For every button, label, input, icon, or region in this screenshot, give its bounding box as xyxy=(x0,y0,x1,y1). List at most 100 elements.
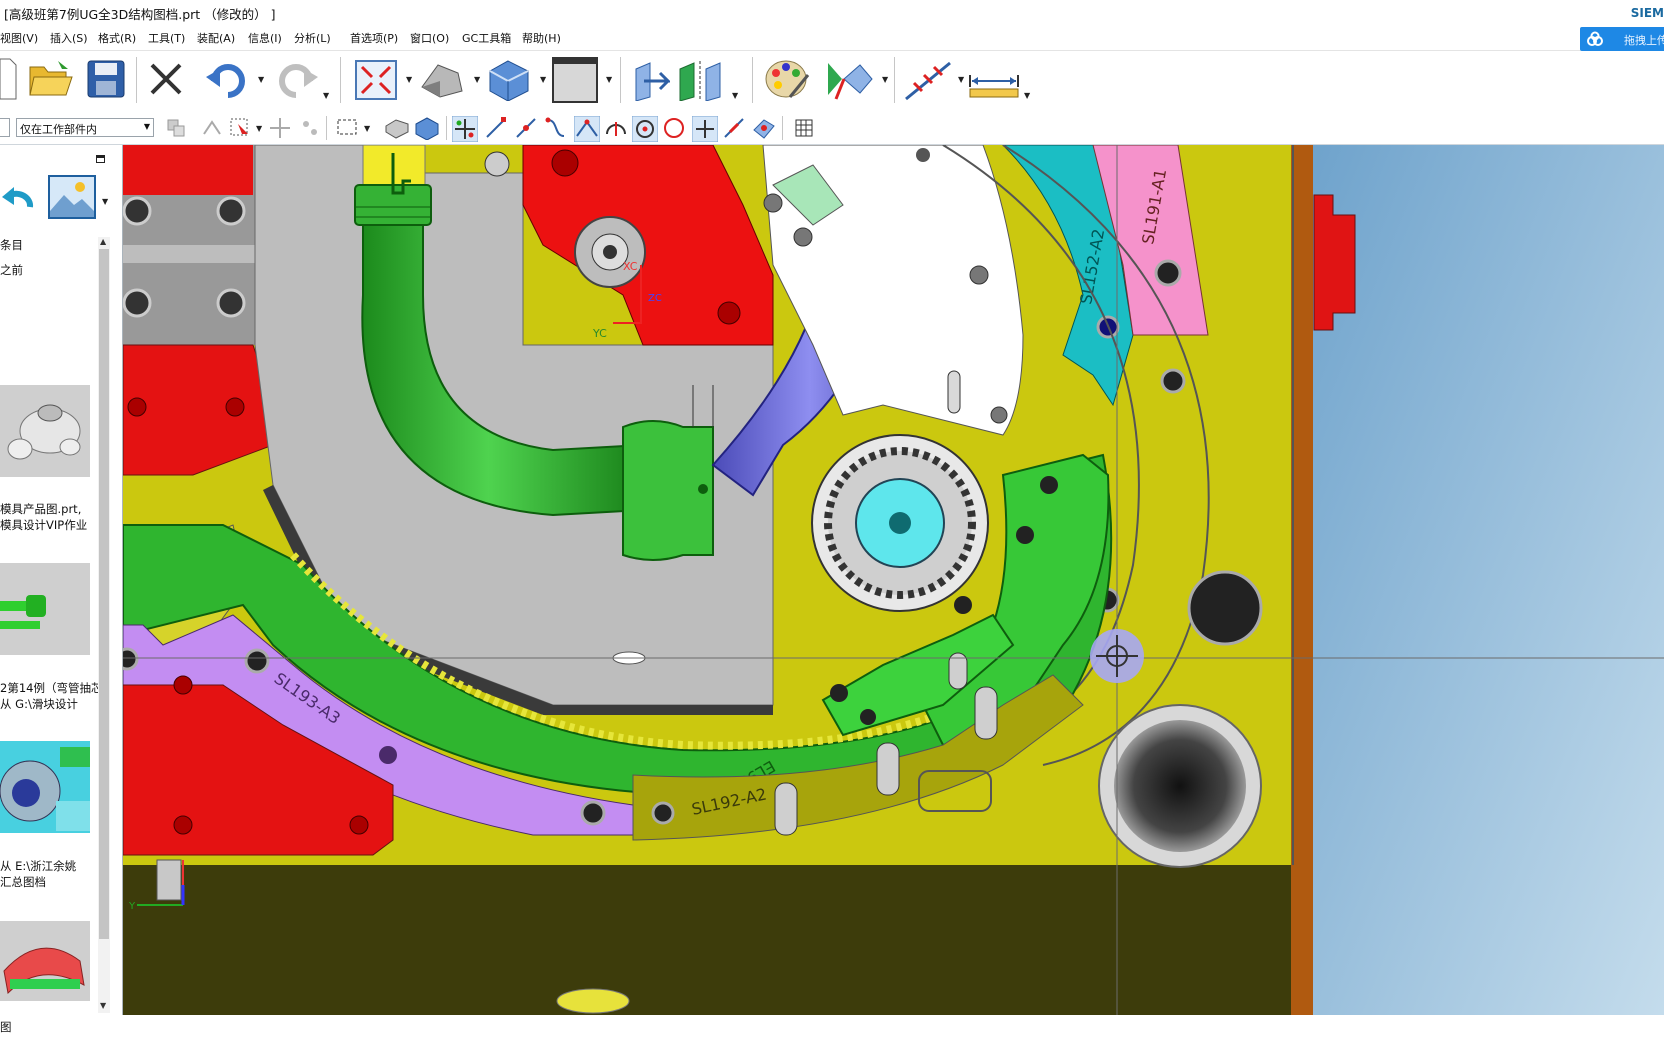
background-dropdown-icon[interactable]: ▼ xyxy=(606,75,612,84)
display-dropdown-icon[interactable]: ▼ xyxy=(882,75,888,84)
history-thumbnail[interactable] xyxy=(0,563,90,655)
point-on-line-icon[interactable] xyxy=(722,116,746,140)
menu-view[interactable]: 视图(V) xyxy=(0,30,38,46)
fit-view-icon[interactable] xyxy=(354,59,398,101)
brand-logo: SIEM xyxy=(1630,6,1664,20)
redo-dropdown-icon[interactable]: ▼ xyxy=(323,91,329,100)
save-icon[interactable] xyxy=(86,59,126,99)
xc-axis-label: XC xyxy=(623,260,638,273)
end-point-icon[interactable] xyxy=(484,116,508,140)
history-scrollbar-thumb[interactable] xyxy=(99,249,109,939)
measure-dropdown-icon[interactable]: ▼ xyxy=(1024,91,1030,100)
mirror-icon[interactable] xyxy=(676,59,724,101)
history-header-before: 之前 xyxy=(0,263,23,277)
orient-dropdown-icon[interactable]: ▼ xyxy=(540,75,546,84)
toolbar-separator xyxy=(340,57,341,103)
graphics-viewport[interactable]: YC XC ZC SL152-A2 SL191-A1 SL193-A3 SL19… xyxy=(123,145,1664,1015)
toolbar-separator xyxy=(752,57,753,103)
history-item-path: 从 G:\滑块设计 xyxy=(0,697,78,711)
toolbar-separator xyxy=(326,116,327,140)
type-filter-select[interactable] xyxy=(0,118,10,137)
intersection-point-icon[interactable] xyxy=(574,116,600,142)
cloud-icon xyxy=(1587,31,1603,46)
menu-analysis[interactable]: 分析(L) xyxy=(294,30,331,46)
back-arrow-icon[interactable] xyxy=(0,185,36,215)
shaded-view-icon[interactable] xyxy=(418,59,466,101)
cube-view-icon[interactable] xyxy=(486,59,532,101)
solid-filter-icon[interactable] xyxy=(384,116,410,140)
y-axis-label: Y xyxy=(128,901,136,912)
history-header-entries: 条目 xyxy=(0,238,23,252)
new-file-icon[interactable] xyxy=(0,57,18,101)
palette-icon[interactable] xyxy=(764,57,810,101)
render-dropdown-icon[interactable]: ▼ xyxy=(474,75,480,84)
history-palette: ▼ 条目 之前 模具产品图.prt, 模具设计VIP作业 2第14例（弯管抽芯 … xyxy=(0,145,123,1015)
menu-format[interactable]: 格式(R) xyxy=(98,30,136,46)
menu-insert[interactable]: 插入(S) xyxy=(50,30,88,46)
maximize-icon[interactable] xyxy=(96,155,105,163)
mid-point-icon[interactable] xyxy=(514,116,538,140)
deselect-icon[interactable] xyxy=(200,116,224,140)
image-dropdown-icon[interactable]: ▼ xyxy=(102,197,108,206)
quadrant-point-icon[interactable] xyxy=(662,116,686,140)
edit-display-icon[interactable] xyxy=(826,59,874,101)
arc-center-icon[interactable] xyxy=(604,116,628,140)
circle-center-icon[interactable] xyxy=(632,116,658,142)
status-text: 图 xyxy=(0,1020,12,1034)
point-on-curve-icon[interactable] xyxy=(902,57,954,103)
scroll-up-icon[interactable]: ▲ xyxy=(100,237,106,246)
control-point-icon[interactable] xyxy=(544,116,568,140)
redo-icon[interactable] xyxy=(274,59,318,99)
scroll-down-icon[interactable]: ▼ xyxy=(100,1001,106,1010)
menu-information[interactable]: 信息(I) xyxy=(248,30,282,46)
select-all-icon[interactable] xyxy=(228,116,252,140)
main-toolbar: ▼ ▼ ▼ ▼ ▼ ▼ ▼ ▼ ▼ ▼ xyxy=(0,51,1664,111)
fit-dropdown-icon[interactable]: ▼ xyxy=(406,75,412,84)
history-item-path: 模具设计VIP作业 xyxy=(0,518,88,532)
history-thumbnail[interactable] xyxy=(0,921,90,1001)
selection-scope-select[interactable]: 仅在工作部件内 ▼ xyxy=(16,118,154,137)
open-folder-icon[interactable] xyxy=(28,59,74,101)
part-preview-icon xyxy=(0,563,90,655)
point-on-face-icon[interactable] xyxy=(752,116,776,140)
background-icon[interactable] xyxy=(552,57,598,103)
undo-dropdown-icon[interactable]: ▼ xyxy=(258,75,264,84)
delete-icon[interactable] xyxy=(148,61,184,97)
point-dropdown-icon[interactable]: ▼ xyxy=(958,75,964,84)
toolbar-separator xyxy=(894,57,895,103)
rectangle-dropdown-icon[interactable]: ▼ xyxy=(364,124,370,133)
undo-icon[interactable] xyxy=(206,59,250,99)
snap-point-icon[interactable] xyxy=(268,116,292,140)
menu-window[interactable]: 窗口(O) xyxy=(410,30,449,46)
snap-grid-icon[interactable] xyxy=(298,116,322,140)
window-title: [高级班第7例UG全3D结构图档.prt （修改的） ] xyxy=(4,7,276,22)
rectangle-select-icon[interactable] xyxy=(336,116,360,140)
cloud-upload-button[interactable]: 拖拽上传 xyxy=(1580,27,1664,51)
cad-model-view[interactable]: YC XC ZC SL152-A2 SL191-A1 SL193-A3 SL19… xyxy=(123,145,1664,1015)
menu-assemblies[interactable]: 装配(A) xyxy=(197,30,235,46)
select-dropdown-icon[interactable]: ▼ xyxy=(256,124,262,133)
bottom-hole xyxy=(556,988,630,1014)
toolbar-separator xyxy=(620,57,621,103)
menu-bar: 视图(V) 插入(S) 格式(R) 工具(T) 装配(A) 信息(I) 分析(L… xyxy=(0,26,1664,51)
chevron-down-icon: ▼ xyxy=(143,122,150,131)
grid-icon[interactable] xyxy=(792,116,816,140)
landscape-image-icon[interactable] xyxy=(48,175,96,219)
existing-point-icon[interactable] xyxy=(692,116,718,142)
transform-dropdown-icon[interactable]: ▼ xyxy=(732,91,738,100)
body-filter-icon[interactable] xyxy=(414,116,440,140)
part-preview-icon xyxy=(0,741,90,833)
measure-distance-icon[interactable] xyxy=(968,71,1020,99)
history-thumbnail[interactable] xyxy=(0,385,90,477)
snap-all-icon[interactable] xyxy=(452,116,478,142)
history-thumbnail[interactable] xyxy=(0,741,90,833)
history-item-caption: 2第14例（弯管抽芯 xyxy=(0,681,103,695)
selection-scope-value: 仅在工作部件内 xyxy=(20,123,97,136)
menu-preferences[interactable]: 首选项(P) xyxy=(350,30,398,46)
menu-gc-toolkit[interactable]: GC工具箱 xyxy=(462,30,511,46)
menu-tools[interactable]: 工具(T) xyxy=(148,30,185,46)
menu-help[interactable]: 帮助(H) xyxy=(522,30,561,46)
history-item-caption: 模具产品图.prt, xyxy=(0,502,82,516)
component-filter-icon[interactable] xyxy=(164,116,188,140)
move-object-icon[interactable] xyxy=(630,59,670,101)
